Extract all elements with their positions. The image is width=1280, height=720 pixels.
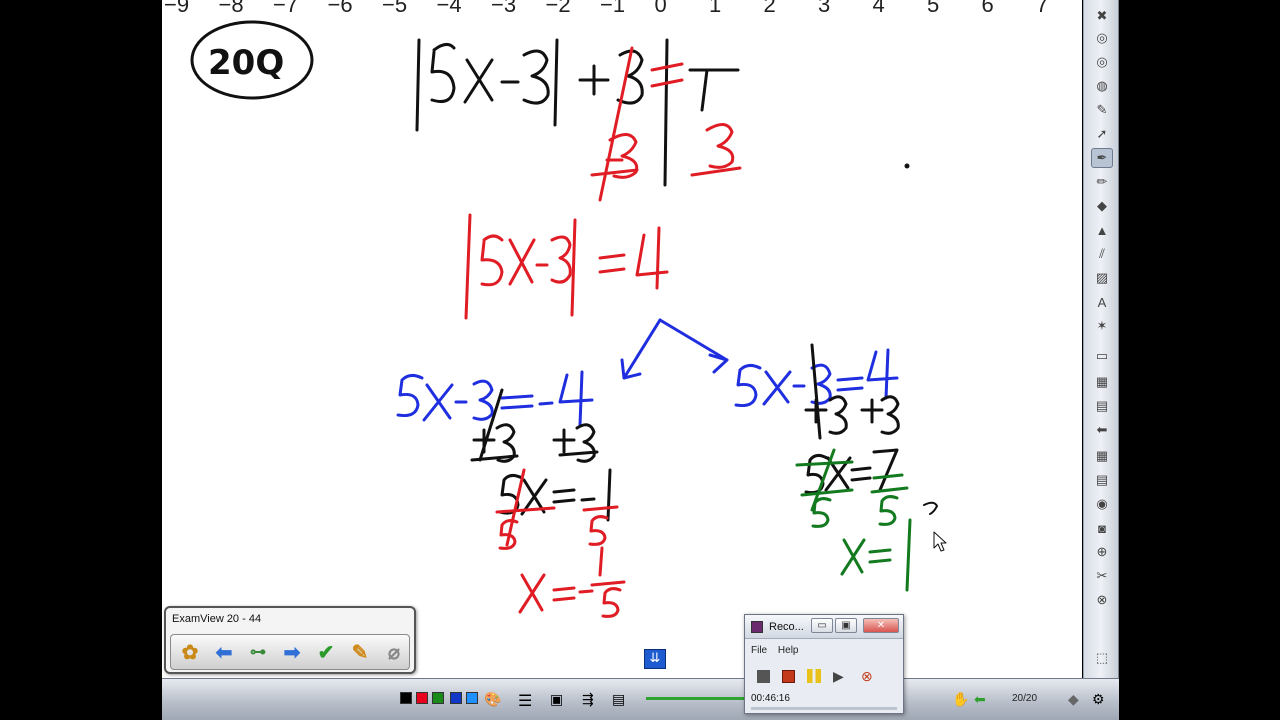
camera-icon[interactable]: ◙ <box>1091 518 1113 538</box>
close-button[interactable]: ✕ <box>863 618 899 633</box>
page-back-icon[interactable]: ⬅ <box>974 691 986 707</box>
color-swatch-red[interactable] <box>416 692 428 704</box>
shapes-icon[interactable]: ▲ <box>1091 220 1113 240</box>
play-icon[interactable]: ▶ <box>833 668 849 684</box>
recorder-window: Reco... ▭ ▣ ✕ File Help ▶ ⊗ 00:46:16 <box>744 614 904 714</box>
progress-indicator <box>646 697 746 700</box>
recorder-title: Reco... <box>769 621 804 633</box>
dock-toggle-icon[interactable]: ⇊ <box>644 649 666 669</box>
toolbar-settings-icon[interactable]: ◎ <box>1091 28 1113 48</box>
hand-icon[interactable]: ✋ <box>952 691 969 707</box>
stray-marks <box>904 163 938 515</box>
shape-properties-icon[interactable]: ▤ <box>612 691 625 707</box>
clipboard-icon[interactable]: ✎ <box>345 638 375 666</box>
palette-icon[interactable]: 🎨 <box>484 691 501 707</box>
toolbar-close-icon[interactable]: ✖ <box>1091 6 1113 26</box>
line-tool-icon[interactable]: ⫽ <box>1091 244 1113 264</box>
handwriting-ink: 20Q <box>190 20 947 618</box>
forward-arrow-icon[interactable]: ➡ <box>277 638 307 666</box>
examview-toolbar: ✿ ⬅ ⊶ ➡ ✔ ✎ ⌀ <box>170 634 410 670</box>
menu-file[interactable]: File <box>751 645 767 656</box>
paperclip-icon[interactable]: ⌀ <box>379 638 409 666</box>
right-branch-add <box>804 343 900 495</box>
delete-icon[interactable]: ⊗ <box>1091 590 1113 610</box>
calculator-icon[interactable]: ▦ <box>1091 372 1113 392</box>
magic-pen-icon[interactable]: ✶ <box>1091 316 1113 336</box>
line-width-icon[interactable]: ☰ <box>518 691 532 710</box>
color-swatch-blue[interactable] <box>450 692 462 704</box>
page-icon[interactable]: ▤ <box>1091 396 1113 416</box>
page-forward-icon[interactable]: ◆ <box>1068 691 1079 707</box>
color-swatch-black[interactable] <box>400 692 412 704</box>
back-arrow-icon[interactable]: ⬅ <box>209 638 239 666</box>
grid-icon[interactable]: ▦ <box>1091 446 1113 466</box>
bottom-taskbar: 🎨 ☰ ▣ ⇶ ▤ ⇊ ✋ ⬅ 20/20 ◆ ⚙ <box>162 649 1119 720</box>
window-icon[interactable]: ▭ <box>1091 346 1113 366</box>
record-icon[interactable] <box>782 669 795 683</box>
recorder-menubar: File Help <box>751 645 806 656</box>
zoom-icon[interactable]: ⊕ <box>1091 542 1113 562</box>
problem-number: 20Q <box>208 43 284 83</box>
toolbar-lock-icon[interactable]: ◎ <box>1091 52 1113 72</box>
table-icon[interactable]: ▤ <box>1091 470 1113 490</box>
back-icon[interactable]: ⬅ <box>1091 420 1113 440</box>
gallery-icon[interactable]: ⬚ <box>1091 648 1113 668</box>
equation-line-2 <box>464 213 669 320</box>
edit-icon[interactable]: ✎ <box>1091 100 1113 120</box>
recorder-titlebar[interactable]: Reco... ▭ ▣ ✕ <box>745 615 903 639</box>
whiteboard-canvas[interactable]: −9 −8 −7 −6 −5 −4 −3 −2 −1 0 1 2 3 4 5 6 7 20Q <box>162 0 1082 678</box>
select-arrow-icon[interactable]: ➚ <box>1091 124 1113 144</box>
recorder-progress-bar <box>751 707 897 710</box>
restore-button[interactable]: ▣ <box>835 618 857 633</box>
minimize-button[interactable]: ▭ <box>811 618 833 633</box>
equation-line-1 <box>415 38 740 187</box>
spotlight-icon[interactable]: ◉ <box>1091 494 1113 514</box>
text-tool-icon[interactable]: A <box>1091 292 1113 312</box>
pen-tool-icon[interactable]: ✒ <box>1091 148 1113 168</box>
examview-title: ExamView 20 - 44 <box>172 613 262 625</box>
check-icon[interactable]: ✔ <box>311 638 341 666</box>
eraser-icon[interactable]: ◆ <box>1091 196 1113 216</box>
menu-help[interactable]: Help <box>778 645 799 656</box>
home-icon[interactable]: ✿ <box>175 638 205 666</box>
examview-panel: ExamView 20 - 44 ✿ ⬅ ⊶ ➡ ✔ ✎ ⌀ <box>164 606 416 674</box>
split-arrows <box>620 318 729 380</box>
recording-timer: 00:46:16 <box>751 693 790 704</box>
color-swatch-green[interactable] <box>432 692 444 704</box>
pause-icon[interactable] <box>807 669 821 683</box>
page-counter: 20/20 <box>1012 693 1038 704</box>
recorder-app-icon <box>751 621 763 633</box>
color-swatch-lightblue[interactable] <box>466 692 478 704</box>
stop-icon[interactable] <box>757 669 770 683</box>
mouse-icon[interactable]: ◍ <box>1091 76 1113 96</box>
settings-gear-icon[interactable]: ⚙ <box>1092 691 1105 707</box>
fill-icon[interactable]: ▨ <box>1091 268 1113 288</box>
capture-icon[interactable]: ✂ <box>1091 566 1113 586</box>
highlighter-icon[interactable]: ✏ <box>1091 172 1113 192</box>
recorder-controls: ▶ ⊗ <box>751 663 897 689</box>
side-toolbar: ✖ ◎ ◎ ◍ ✎ ➚ ✒ ✏ ◆ ▲ ⫽ ▨ A ✶ ▭ ▦ ▤ ⬅ ▦ ▤ … <box>1083 0 1119 678</box>
transparency-icon[interactable]: ▣ <box>550 691 563 707</box>
tree-icon[interactable]: ⊶ <box>243 638 273 666</box>
mouse-cursor-icon <box>933 531 947 552</box>
line-style-icon[interactable]: ⇶ <box>582 691 594 707</box>
cancel-icon[interactable]: ⊗ <box>861 668 877 684</box>
